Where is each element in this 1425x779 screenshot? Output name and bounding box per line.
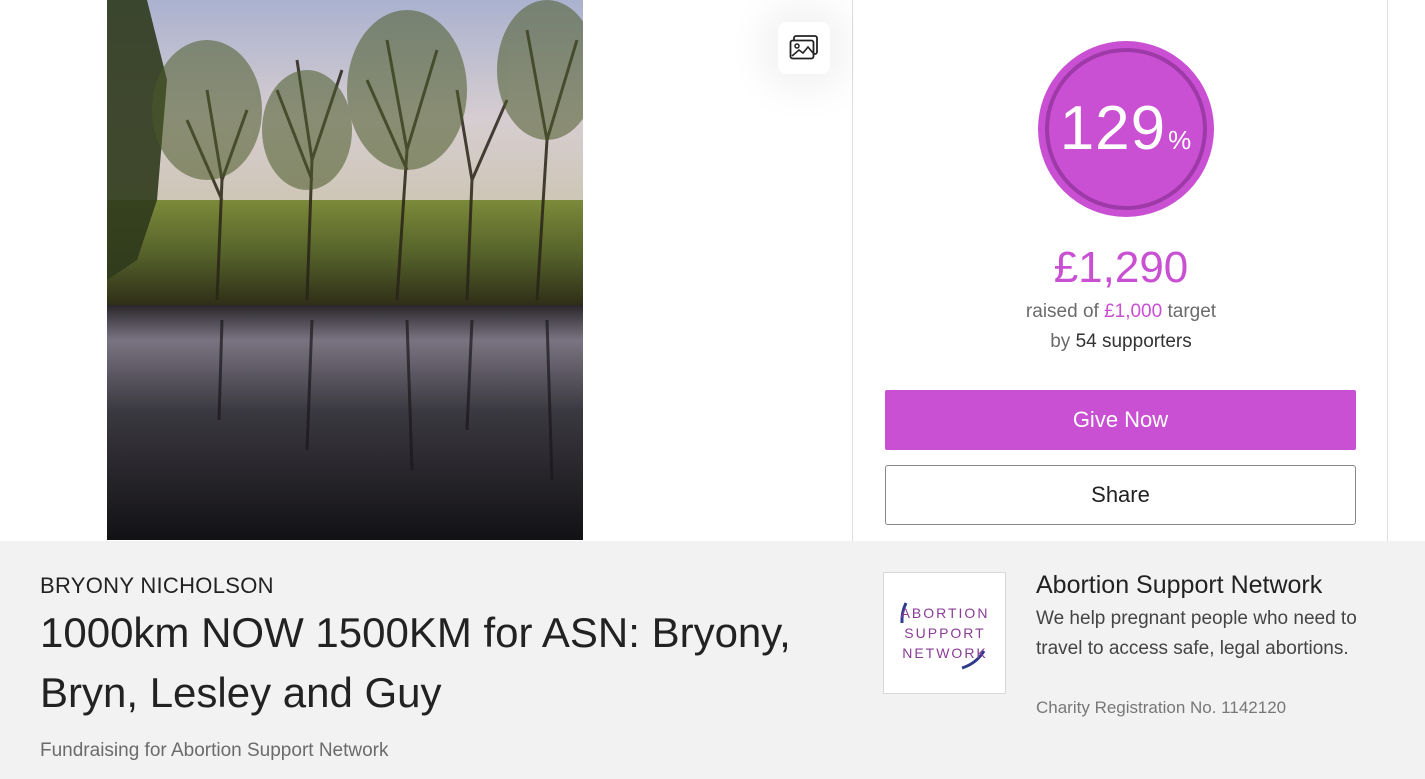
percent-symbol: % [1168,125,1193,155]
donation-sidebar: 129% £1,290 raised of £1,000 target by 5… [854,0,1388,541]
progress-percent: 129% [1038,94,1214,175]
charity-description: We help pregnant people who need to trav… [1036,608,1357,659]
abortion-support-network-logo: ABORTION SUPPORT NETWORK [900,602,990,670]
charity-name[interactable]: Abortion Support Network [1036,571,1322,600]
trees-by-river-image [107,0,583,540]
supporters-prefix: by [1050,331,1071,352]
media-panel [0,0,853,541]
top-section: 129% £1,290 raised of £1,000 target by 5… [0,0,1425,541]
logo-line-3: NETWORK [902,645,988,661]
supporters-line: by 54 supporters [854,330,1388,354]
amount-raised: £1,290 [1053,243,1189,292]
fundraising-for: Fundraising for Abortion Support Network [40,740,389,761]
target-prefix: raised of [1025,301,1099,322]
charity-logo[interactable]: ABORTION SUPPORT NETWORK [883,572,1006,694]
logo-line-2: SUPPORT [904,625,985,641]
target-amount: £1,000 [1104,301,1163,322]
gallery-button[interactable] [778,22,830,74]
share-button[interactable]: Share [885,465,1356,525]
target-line: raised of £1,000 target [854,300,1388,324]
fundraiser-info: BRYONY NICHOLSON 1000km NOW 1500KM for A… [0,541,1425,779]
cover-photo[interactable] [107,0,583,540]
progress-circle: 129% [1038,41,1214,217]
charity-registration: Charity Registration No. 1142120 [1036,698,1287,717]
supporters-count: 54 supporters [1075,331,1192,352]
logo-line-1: ABORTION [901,605,990,621]
target-suffix: target [1167,301,1217,322]
give-now-button[interactable]: Give Now [885,390,1356,450]
percent-value: 129 [1059,94,1167,163]
images-icon [789,35,818,60]
fundraiser-name[interactable]: BRYONY NICHOLSON [40,573,274,599]
page-title: 1000km NOW 1500KM for ASN: Bryony, Bryn,… [40,609,791,716]
